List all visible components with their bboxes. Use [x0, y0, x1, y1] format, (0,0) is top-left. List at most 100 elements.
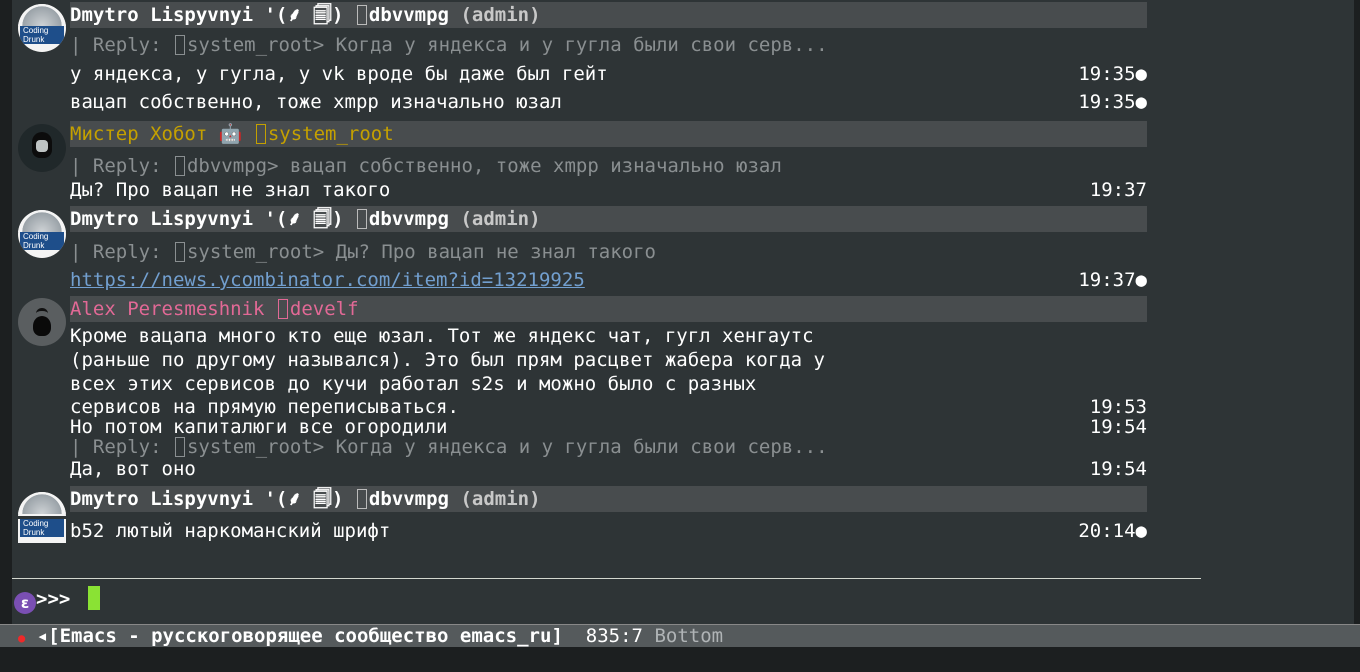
reply-text: вацап собственно, тоже xmpp изначально ю… [289, 155, 782, 177]
message-text: у яндекса, у гугла, у vk вроде бы даже б… [70, 63, 608, 85]
author-name[interactable]: Dmytro Lispyvnyi '(⸙ 🗐) [70, 4, 343, 26]
message-header: Alex Peresmeshnik develf [70, 296, 1147, 322]
message-line: Да, вот оно 19:54 [70, 458, 1147, 480]
message-time: 19:53 [1089, 396, 1147, 418]
message-text: b52 лютый наркоманский шрифт [70, 520, 391, 542]
nick-marker [174, 156, 185, 176]
avatar-dbvvmpg[interactable]: Coding Drunk [18, 4, 66, 52]
reply-nick: system_root> [186, 34, 336, 56]
avatar-logo: Coding Drunk [18, 519, 66, 543]
reply-prefix: | Reply: [70, 436, 173, 458]
author-name[interactable]: Мистер Хобот 🤖 [70, 123, 242, 145]
message-time: 19:35● [1078, 91, 1147, 113]
avatar-dbvvmpg[interactable] [18, 492, 66, 516]
reply-quote[interactable]: | Reply: system_root> Ды? Про вацап не з… [70, 239, 1147, 265]
reply-nick: system_root> [186, 241, 336, 263]
message-text: всех этих сервисов до кучи работал s2s и… [70, 373, 757, 395]
message-time: 19:37● [1078, 269, 1147, 291]
message-line: https://news.ycombinator.com/item?id=132… [70, 267, 1147, 293]
reply-nick: dbvvmpg> [186, 155, 290, 177]
author-nick[interactable]: dbvvmpg [369, 488, 449, 510]
reply-text: Когда у яндекса и у гугла были свои серв… [335, 436, 828, 458]
role-badge: (admin) [460, 488, 541, 510]
reply-prefix: | Reply: [70, 241, 173, 263]
buffer-name[interactable]: [Emacs - русскоговорящее сообщество emac… [48, 625, 563, 647]
scroll-position: Bottom [654, 625, 724, 647]
role-badge: (admin) [460, 208, 541, 230]
input-prompt[interactable]: ε >>> [14, 586, 100, 614]
avatar-figure-shape [33, 316, 51, 336]
message-header: Dmytro Lispyvnyi '(⸙ 🗐) dbvvmpg (admin) [70, 2, 1147, 28]
cursor-position: 835:7 [585, 625, 643, 647]
nick-marker [356, 5, 367, 25]
nick-marker [174, 242, 185, 262]
message-line: всех этих сервисов до кучи работал s2s и… [70, 374, 1147, 394]
message-text: Да, вот оно [70, 458, 196, 480]
window-frame-left [0, 0, 12, 672]
message-text: Ды? Про вацап не знал такого [70, 179, 391, 201]
message-time: 20:14● [1078, 520, 1147, 542]
nick-marker [277, 299, 288, 319]
mode-line[interactable]: ● ◂[Emacs - русскоговорящее сообщество e… [0, 624, 1360, 647]
nick-marker [356, 489, 367, 509]
message-text: сервисов на прямую переписываться. [70, 396, 459, 418]
nick-marker [174, 437, 185, 457]
message-line: Ды? Про вацап не знал такого 19:37 [70, 177, 1147, 203]
message-line: вацап собственно, тоже xmpp изначально ю… [70, 89, 1147, 115]
author-name[interactable]: Dmytro Lispyvnyi '(⸙ 🗐) [70, 488, 343, 510]
role-badge: (admin) [460, 4, 541, 26]
nick-marker [174, 35, 185, 55]
message-header: Мистер Хобот 🤖 system_root [70, 121, 1147, 147]
prompt-text: >>> [36, 588, 82, 610]
message-line: у яндекса, у гугла, у vk вроде бы даже б… [70, 61, 1147, 87]
message-header: Dmytro Lispyvnyi '(⸙ 🗐) dbvvmpg (admin) [70, 206, 1147, 232]
message-text: вацап собственно, тоже xmpp изначально ю… [70, 91, 562, 113]
message-text: Кроме вацапа много кто еще юзал. Тот же … [70, 325, 814, 347]
nick-marker [255, 124, 266, 144]
message-text: Но потом капиталюги все огородили [70, 416, 448, 438]
author-name[interactable]: Alex Peresmeshnik [70, 298, 264, 320]
message-link[interactable]: https://news.ycombinator.com/item?id=132… [70, 269, 585, 291]
avatar-dbvvmpg[interactable]: Coding Drunk [18, 210, 66, 258]
avatar-develf[interactable] [18, 298, 66, 346]
message-header: Dmytro Lispyvnyi '(⸙ 🗐) dbvvmpg (admin) [70, 486, 1147, 512]
author-nick[interactable]: dbvvmpg [369, 208, 449, 230]
reply-quote[interactable]: | Reply: dbvvmpg> вацап собственно, тоже… [70, 153, 1147, 179]
message-line: (раньше по другому назывался). Это был п… [70, 350, 1147, 370]
author-nick[interactable]: develf [290, 298, 359, 320]
author-nick[interactable]: dbvvmpg [369, 4, 449, 26]
emacs-icon: ε [14, 592, 36, 614]
text-cursor[interactable] [87, 586, 100, 610]
avatar-face-shape [36, 140, 48, 152]
avatar-system-root[interactable] [18, 124, 66, 172]
avatar-logo-text: Coding Drunk [20, 26, 64, 44]
avatar-globe-shape [18, 492, 66, 514]
input-separator [12, 578, 1201, 579]
message-text: (раньше по другому назывался). Это был п… [70, 349, 825, 371]
message-time: 19:37 [1089, 179, 1147, 201]
message-time: 19:54 [1089, 458, 1147, 480]
nick-marker [356, 209, 367, 229]
reply-quote[interactable]: | Reply: system_root> Когда у яндекса и … [70, 32, 1147, 58]
avatar-logo-text: Coding Drunk [20, 232, 64, 250]
arrow-icon: ◂ [25, 625, 49, 647]
reply-text: Ды? Про вацап не знал такого [335, 241, 656, 263]
window-frame-right [1354, 0, 1360, 672]
message-line: Но потом капиталюги все огородили 19:54 [70, 417, 1147, 437]
author-nick[interactable]: system_root [268, 123, 394, 145]
message-time: 19:54 [1089, 416, 1147, 438]
avatar-globe-shape [18, 4, 66, 26]
reply-prefix: | Reply: [70, 155, 173, 177]
reply-prefix: | Reply: [70, 34, 173, 56]
message-line: сервисов на прямую переписываться. 19:53 [70, 397, 1147, 417]
avatar-globe-shape [18, 210, 66, 232]
reply-nick: system_root> [186, 436, 336, 458]
author-name[interactable]: Dmytro Lispyvnyi '(⸙ 🗐) [70, 208, 343, 230]
reply-quote[interactable]: | Reply: system_root> Когда у яндекса и … [70, 437, 1147, 457]
message-line: Кроме вацапа много кто еще юзал. Тот же … [70, 326, 1147, 346]
avatar-logo-text: Coding Drunk [20, 519, 64, 537]
message-line: b52 лютый наркоманский шрифт 20:14● [70, 518, 1147, 544]
message-time: 19:35● [1078, 63, 1147, 85]
minibuffer-area[interactable] [0, 647, 1360, 672]
reply-text: Когда у яндекса и у гугла были свои серв… [335, 34, 828, 56]
